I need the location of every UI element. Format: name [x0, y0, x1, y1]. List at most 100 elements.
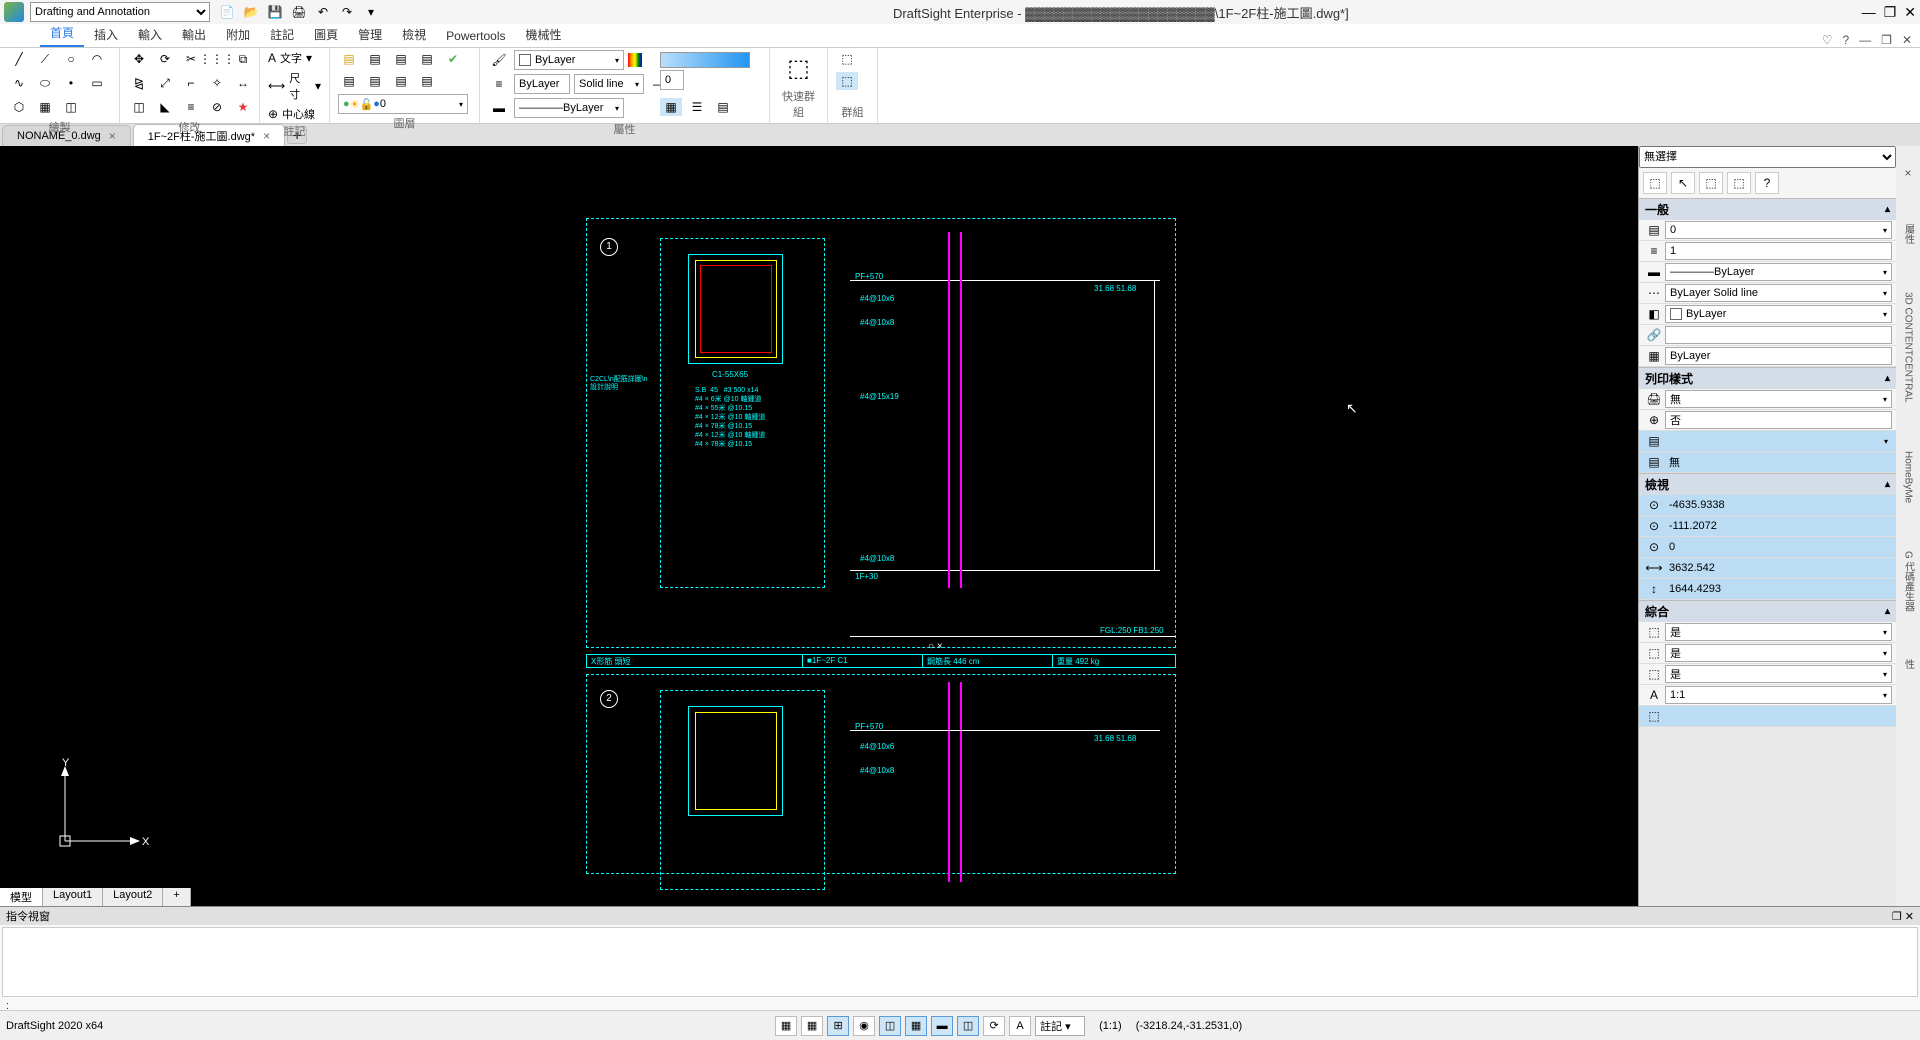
- ribbon-max-icon[interactable]: ❐: [1881, 33, 1892, 47]
- layer-combo[interactable]: ● ☀ 🔓 ● 0▾: [338, 94, 468, 114]
- prop-hyper[interactable]: [1665, 326, 1892, 344]
- save-icon[interactable]: 💾: [266, 3, 284, 21]
- props-section-misc[interactable]: 綜合▴: [1639, 600, 1896, 622]
- mirror-icon[interactable]: ⧎: [128, 74, 150, 92]
- cmd-max-icon[interactable]: ❐ ✕: [1892, 910, 1914, 923]
- align-icon[interactable]: ≡: [180, 98, 202, 116]
- menu-tab-mechanical[interactable]: 機械性: [516, 22, 572, 47]
- dimension-icon[interactable]: ⟷: [268, 79, 285, 93]
- command-history[interactable]: [2, 927, 1918, 997]
- prop-misc-c[interactable]: 是▾: [1665, 665, 1892, 683]
- fillet-icon[interactable]: ⌐: [180, 74, 202, 92]
- layer-check-icon[interactable]: ✔: [442, 50, 464, 68]
- stretch-icon[interactable]: ↔: [232, 74, 254, 92]
- menu-tab-annotate[interactable]: 註記: [260, 22, 304, 47]
- layout-tab-1[interactable]: Layout1: [43, 888, 103, 906]
- lineweight-combo[interactable]: ———— ByLayer▾: [514, 98, 624, 118]
- chamfer-icon[interactable]: ◣: [154, 98, 176, 116]
- layer-match-icon[interactable]: ▤: [416, 72, 438, 90]
- text-icon[interactable]: A: [268, 51, 276, 65]
- undo-icon[interactable]: ↶: [314, 3, 332, 21]
- layer-iso-icon[interactable]: ▤: [390, 50, 412, 68]
- close-icon[interactable]: ✕: [1904, 4, 1916, 21]
- prop-color[interactable]: ———— ByLayer▾: [1665, 263, 1892, 281]
- spline-icon[interactable]: ∿: [8, 74, 30, 92]
- menu-tab-view[interactable]: 檢視: [392, 22, 436, 47]
- lineweight-icon[interactable]: ▬: [488, 99, 510, 117]
- qat-dropdown-icon[interactable]: ▾: [362, 3, 380, 21]
- osnap-toggle[interactable]: ◫: [879, 1016, 901, 1036]
- prop-plotattach[interactable]: 無: [1665, 453, 1892, 471]
- polyline-icon[interactable]: ⟋: [34, 50, 56, 68]
- explode-icon[interactable]: ✧: [206, 74, 228, 92]
- layer-off-icon[interactable]: ▤: [338, 72, 360, 90]
- snap-toggle[interactable]: ▦: [775, 1016, 797, 1036]
- polar-toggle[interactable]: ◉: [853, 1016, 875, 1036]
- prop-plot[interactable]: 否: [1665, 411, 1892, 429]
- break-icon[interactable]: ⊘: [206, 98, 228, 116]
- menu-tab-export[interactable]: 輸出: [172, 22, 216, 47]
- etrack-toggle[interactable]: ▦: [905, 1016, 927, 1036]
- maximize-icon[interactable]: ❐: [1884, 4, 1897, 21]
- props-selection-combo[interactable]: 無選擇: [1639, 146, 1896, 168]
- new-icon[interactable]: 📄: [218, 3, 236, 21]
- join-icon[interactable]: ★: [232, 98, 254, 116]
- help-icon[interactable]: ?: [1842, 33, 1849, 47]
- group-icon[interactable]: ⬚: [836, 50, 858, 68]
- drawing-canvas[interactable]: C1-55X65 1 C2CL\n配筋詳圖\n設計說明 S.B 45 #3 50…: [0, 146, 1638, 906]
- props-help-icon[interactable]: ?: [1755, 172, 1779, 194]
- props-tool-2[interactable]: ↖: [1671, 172, 1695, 194]
- match-props-icon[interactable]: 🖌: [488, 51, 510, 69]
- side-tab-properties[interactable]: 屬性: [1899, 220, 1918, 248]
- move-icon[interactable]: ✥: [128, 50, 150, 68]
- layer-lock-icon[interactable]: ▤: [390, 72, 412, 90]
- prop-weight[interactable]: ByLayer▾: [1665, 305, 1892, 323]
- open-icon[interactable]: 📂: [242, 3, 260, 21]
- redo-icon[interactable]: ↷: [338, 3, 356, 21]
- menu-tab-import[interactable]: 輸入: [128, 22, 172, 47]
- hatch-icon[interactable]: ▦: [34, 98, 56, 116]
- prop-trans[interactable]: ByLayer: [1665, 347, 1892, 365]
- circle-icon[interactable]: ○: [60, 50, 82, 68]
- layout-tab-2[interactable]: Layout2: [103, 888, 163, 906]
- props-section-print[interactable]: 列印樣式▴: [1639, 367, 1896, 389]
- offset-icon[interactable]: ◫: [128, 98, 150, 116]
- workspace-select[interactable]: Drafting and Annotation: [30, 2, 210, 22]
- prop-select-icon[interactable]: ▦: [660, 98, 682, 116]
- layer-prop-icon[interactable]: ▤: [338, 50, 360, 68]
- layer-freeze-icon[interactable]: ▤: [416, 50, 438, 68]
- side-tab-3dcc[interactable]: 3D CONTENTCENTRAL: [1901, 288, 1916, 407]
- props-section-view[interactable]: 檢視▴: [1639, 473, 1896, 495]
- layout-tab-model[interactable]: 模型: [0, 888, 43, 906]
- prop-palette-icon[interactable]: ▤: [712, 98, 734, 116]
- qinput-toggle[interactable]: ◫: [957, 1016, 979, 1036]
- prop-plottable[interactable]: ▾: [1665, 432, 1892, 450]
- transparency-input[interactable]: 0: [660, 70, 684, 90]
- prop-misc-scale[interactable]: 1:1▾: [1665, 686, 1892, 704]
- close-icon[interactable]: ×: [1904, 166, 1911, 180]
- add-layout[interactable]: +: [163, 888, 190, 906]
- point-icon[interactable]: •: [60, 74, 82, 92]
- props-section-general[interactable]: 一般▴: [1639, 198, 1896, 220]
- menu-tab-manage[interactable]: 管理: [348, 22, 392, 47]
- prop-scale[interactable]: 1: [1665, 242, 1892, 260]
- print-icon[interactable]: 🖨: [290, 3, 308, 21]
- layer-on-icon[interactable]: ▤: [364, 72, 386, 90]
- prop-plotstyle[interactable]: 無▾: [1665, 390, 1892, 408]
- prop-list-icon[interactable]: ☰: [686, 98, 708, 116]
- menu-tab-insert[interactable]: 插入: [84, 22, 128, 47]
- ribbon-min-icon[interactable]: —: [1859, 33, 1871, 47]
- anno-scale-combo[interactable]: 註記 ▾: [1035, 1016, 1085, 1036]
- side-tab-other[interactable]: 性: [1899, 655, 1918, 673]
- cycle-toggle[interactable]: ⟳: [983, 1016, 1005, 1036]
- anno-toggle[interactable]: A: [1009, 1016, 1031, 1036]
- prop-layer[interactable]: 0▾: [1665, 221, 1892, 239]
- menu-tab-sheet[interactable]: 圖頁: [304, 22, 348, 47]
- arc-icon[interactable]: ◠: [86, 50, 108, 68]
- quickgroup-icon[interactable]: ⬚: [781, 50, 817, 86]
- prop-misc-ann[interactable]: [1665, 707, 1892, 725]
- lwt-toggle[interactable]: ▬: [931, 1016, 953, 1036]
- line-icon[interactable]: ╱: [8, 50, 30, 68]
- linetype-combo[interactable]: Solid line▾: [574, 74, 644, 94]
- ribbon-close-icon[interactable]: ✕: [1902, 33, 1912, 47]
